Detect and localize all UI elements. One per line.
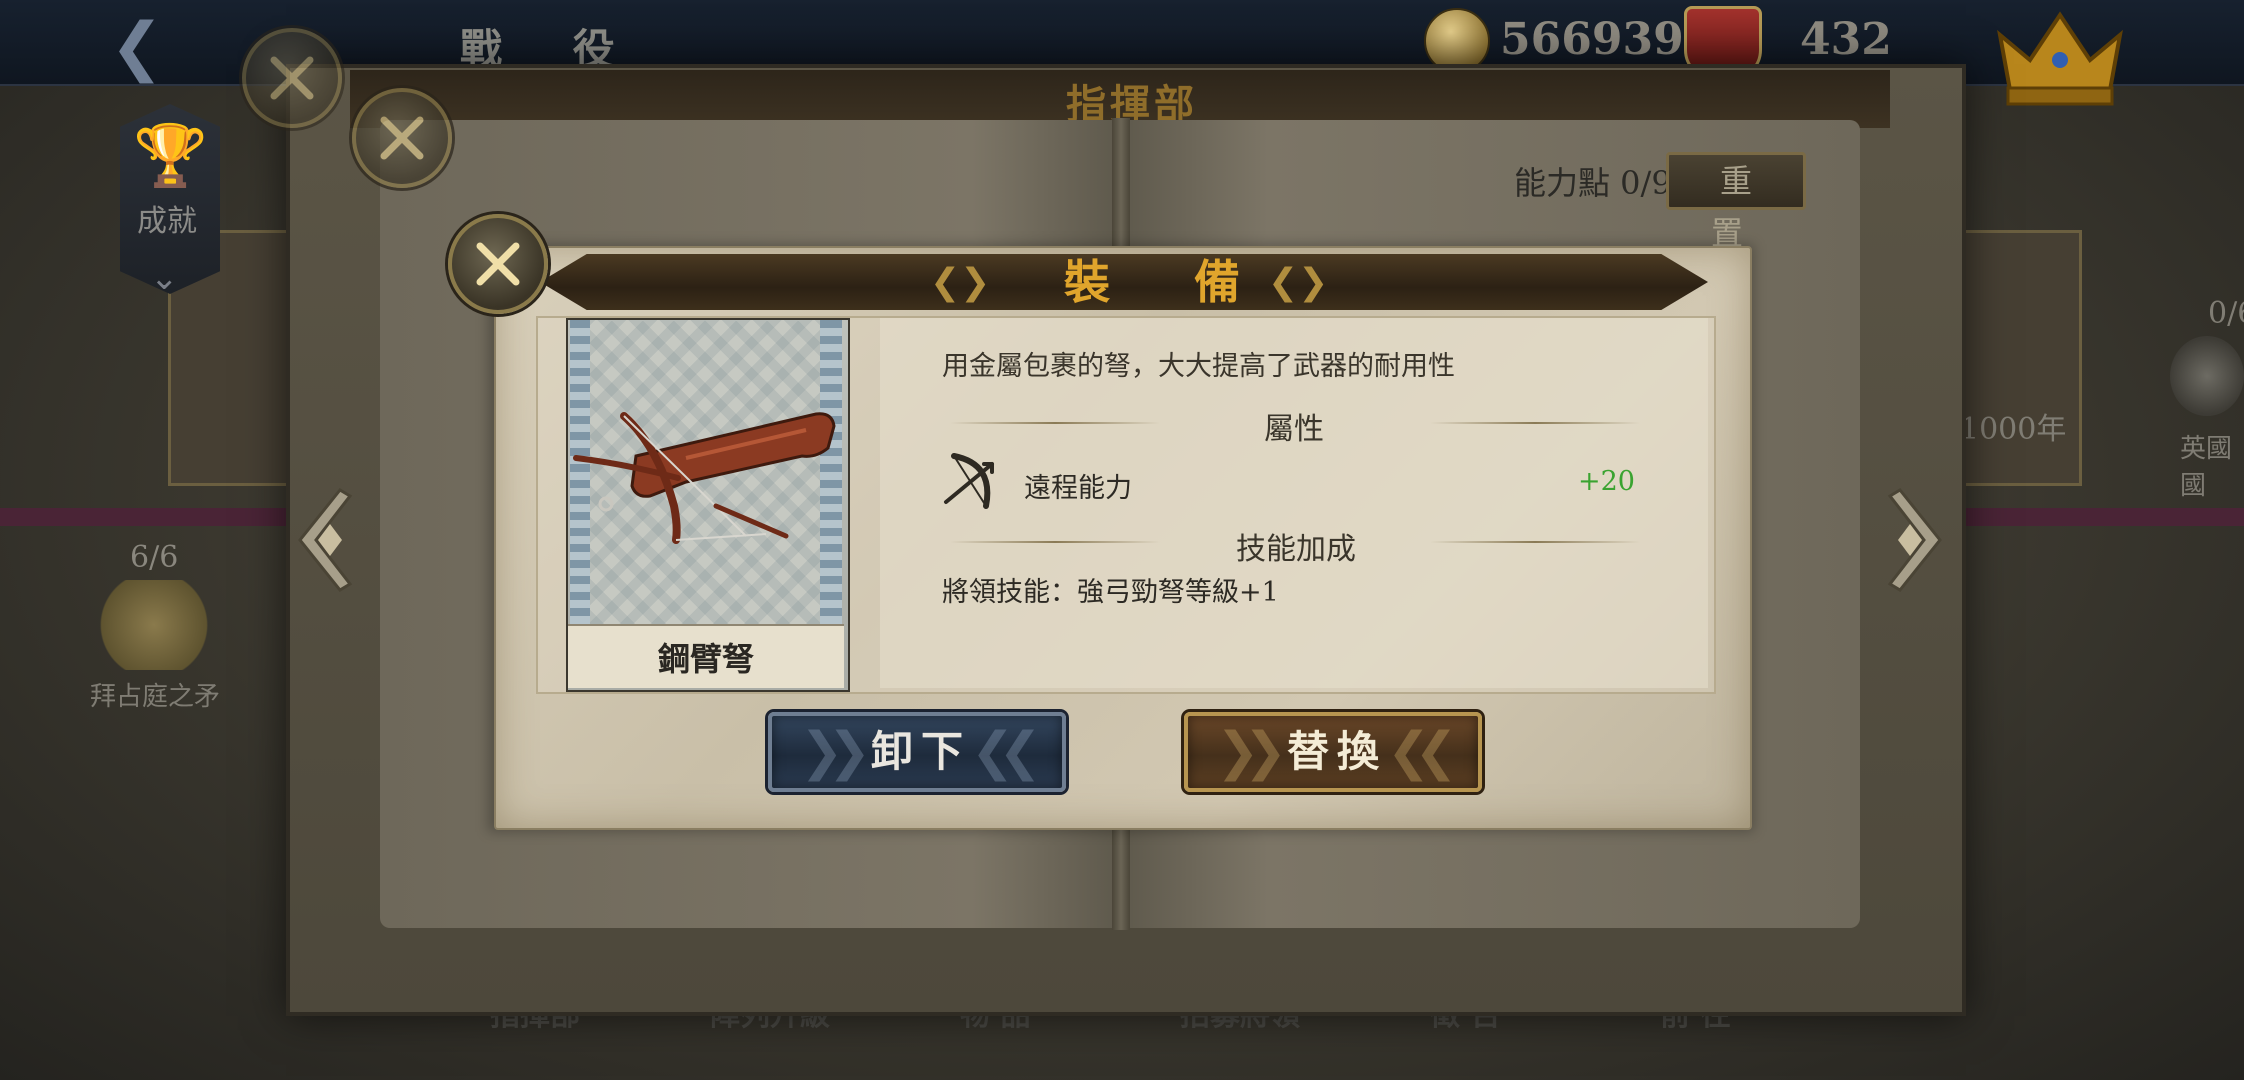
ornament-icon: ❮❯ bbox=[930, 262, 991, 303]
crossbow-icon bbox=[573, 412, 836, 544]
medal-label: 拜占庭之矛 bbox=[90, 682, 221, 712]
chevron-down-icon[interactable]: ⌄ bbox=[150, 258, 179, 298]
divider-band bbox=[0, 508, 310, 526]
gem-amount: 432 bbox=[1800, 14, 1892, 65]
laurel-medal-icon[interactable] bbox=[94, 580, 214, 670]
close-icon[interactable] bbox=[352, 88, 452, 188]
unequip-label: 卸下 bbox=[870, 727, 971, 776]
attribute-name: 遠程能力 bbox=[1024, 473, 1132, 504]
divider bbox=[950, 422, 1160, 424]
achievement-label: 成就 bbox=[137, 204, 197, 239]
modal-close-button[interactable] bbox=[448, 214, 548, 314]
chevron-left-icon: ❮❮ bbox=[970, 722, 1042, 782]
unequip-button[interactable]: ❯❯ 卸下 ❮❮ bbox=[768, 712, 1066, 792]
chevron-right-icon: ❯❯ bbox=[800, 722, 871, 782]
chevron-right-icon: ❯❯ bbox=[1216, 722, 1287, 782]
back-arrow-icon[interactable]: ❮ bbox=[110, 10, 164, 84]
lock-icon bbox=[2170, 336, 2244, 416]
bow-icon bbox=[944, 453, 994, 509]
ability-points: 能力點 0/9 bbox=[1514, 164, 1672, 202]
nation-label: 英國國 bbox=[2180, 434, 2233, 501]
attributes-title: 屬性 bbox=[1264, 412, 1324, 447]
item-name: 鋼臂弩 bbox=[657, 640, 754, 678]
item-description: 用金屬包裹的弩，大大提高了武器的耐用性 bbox=[942, 351, 1455, 382]
divider bbox=[1430, 541, 1640, 543]
divider bbox=[1430, 422, 1640, 424]
skill-bonus-title: 技能加成 bbox=[1236, 532, 1356, 567]
gold-amount: 566939 bbox=[1500, 14, 1684, 65]
nation-count: 0/6 bbox=[2208, 296, 2244, 331]
crown-icon[interactable] bbox=[1990, 0, 2130, 110]
campaign-card-year: 1000年 bbox=[1960, 412, 2067, 447]
page-left-arrow-icon[interactable] bbox=[290, 484, 356, 596]
ornament-icon: ❮❯ bbox=[1268, 262, 1329, 303]
replace-button[interactable]: ❯❯ 替換 ❮❮ bbox=[1184, 712, 1482, 792]
medal-count: 6/6 bbox=[130, 540, 179, 575]
chevron-left-icon: ❮❮ bbox=[1386, 722, 1458, 782]
trophy-icon: 🏆 bbox=[133, 121, 208, 191]
close-icon[interactable] bbox=[242, 28, 342, 128]
attribute-value: +20 bbox=[1578, 466, 1635, 497]
skill-bonus-text: 將領技能：強弓勁弩等級+1 bbox=[942, 577, 1279, 608]
page-right-arrow-icon[interactable] bbox=[1884, 484, 1950, 596]
reset-button[interactable]: 重 置 bbox=[1666, 152, 1806, 252]
divider-band bbox=[1950, 508, 2244, 526]
divider bbox=[950, 541, 1160, 543]
modal-title: 裝 備 bbox=[1064, 255, 1275, 309]
replace-label: 替換 bbox=[1286, 727, 1387, 776]
